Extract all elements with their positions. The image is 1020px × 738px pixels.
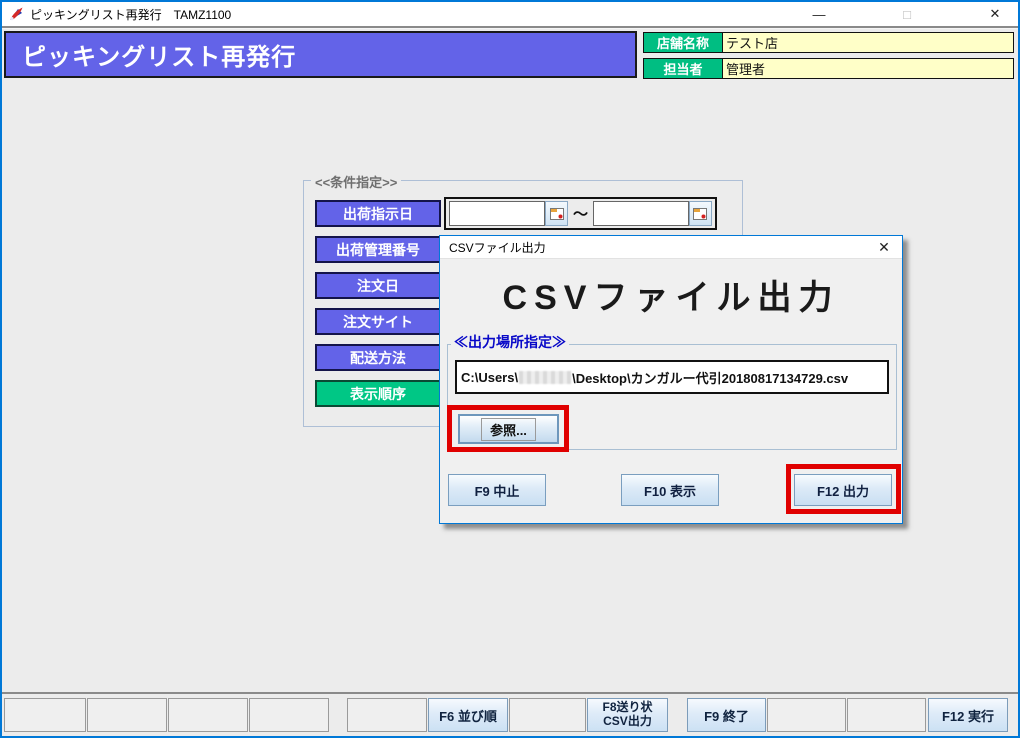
fkey-f9-exit-button[interactable]: F9 終了 (687, 698, 766, 732)
fkey-f6-sort-button[interactable]: F6 並び順 (428, 698, 508, 732)
fkey-f8-line2: CSV出力 (603, 714, 652, 728)
path-suffix: \Desktop\カンガルー代引20180817134729.csv (572, 368, 848, 387)
window-title: ピッキングリスト再発行 TAMZ1100 (30, 6, 231, 23)
store-row: 店舗名称 テスト店 (643, 32, 1014, 53)
minimize-button[interactable]: — (804, 7, 834, 22)
fkey-f2-blank[interactable] (87, 698, 167, 732)
function-key-bar: F6 並び順 F8送り状 CSV出力 F9 終了 F12 実行 (2, 692, 1018, 736)
condition-legend: <<条件指定>> (311, 172, 401, 191)
os-titlebar: ピッキングリスト再発行 TAMZ1100 — □ ✕ (2, 2, 1018, 26)
app-window: ピッキングリスト再発行 TAMZ1100 — □ ✕ ピッキングリスト再発行 店… (0, 0, 1020, 738)
f12-output-button[interactable]: F12 出力 (794, 474, 892, 506)
titlebar-separator (2, 26, 1018, 29)
store-name-label: 店舗名称 (643, 32, 723, 53)
date-range-separator: ～ (568, 203, 593, 224)
fkey-f3-blank[interactable] (168, 698, 248, 732)
fkey-f8-invoice-csv-button[interactable]: F8送り状 CSV出力 (587, 698, 668, 732)
app-icon (8, 6, 24, 22)
maximize-button[interactable]: □ (892, 7, 922, 22)
path-prefix: C:\Users\ (461, 370, 518, 385)
page-header: ピッキングリスト再発行 (4, 31, 637, 78)
ship-date-button[interactable]: 出荷指示日 (315, 200, 441, 227)
browse-button[interactable]: 参照... (458, 414, 559, 444)
date-picker-from-button[interactable] (545, 201, 568, 226)
fkey-f5-blank[interactable] (347, 698, 427, 732)
close-button[interactable]: ✕ (980, 6, 1010, 22)
fkey-f4-blank[interactable] (249, 698, 329, 732)
order-site-button[interactable]: 注文サイト (315, 308, 441, 335)
staff-label: 担当者 (643, 58, 723, 79)
dialog-close-icon[interactable]: ✕ (875, 239, 893, 256)
delivery-method-button[interactable]: 配送方法 (315, 344, 441, 371)
order-date-button[interactable]: 注文日 (315, 272, 441, 299)
page-title: ピッキングリスト再発行 (22, 37, 296, 72)
dialog-title: CSVファイル出力 (449, 239, 875, 256)
dialog-heading: CSVファイル出力 (440, 270, 902, 319)
fkey-f7-blank[interactable] (509, 698, 586, 732)
fkey-f11-blank[interactable] (847, 698, 926, 732)
dialog-titlebar: CSVファイル出力 ✕ (440, 236, 902, 259)
browse-button-label: 参照... (481, 418, 536, 441)
f9-cancel-button[interactable]: F9 中止 (448, 474, 546, 506)
display-order-button[interactable]: 表示順序 (315, 380, 441, 407)
output-path-field[interactable]: C:\Users\ \Desktop\カンガルー代引20180817134729.… (455, 360, 889, 394)
date-picker-to-button[interactable] (689, 201, 712, 226)
ship-date-to-input[interactable] (593, 201, 689, 226)
ship-date-range: ～ (444, 197, 717, 230)
fkey-f8-line1: F8送り状 (602, 700, 652, 714)
calendar-icon (550, 208, 564, 220)
ship-date-from-input[interactable] (449, 201, 545, 226)
fkey-f10-blank[interactable] (767, 698, 846, 732)
csv-output-dialog: CSVファイル出力 ✕ CSVファイル出力 ≪出力場所指定≫ C:\Users\… (439, 235, 903, 524)
redacted-username (519, 371, 571, 384)
f10-show-button[interactable]: F10 表示 (621, 474, 719, 506)
staff-row: 担当者 管理者 (643, 58, 1014, 79)
fkey-f12-execute-button[interactable]: F12 実行 (928, 698, 1008, 732)
store-name-value: テスト店 (723, 32, 1014, 53)
output-location-legend: ≪出力場所指定≫ (451, 332, 569, 352)
ship-number-button[interactable]: 出荷管理番号 (315, 236, 441, 263)
fkey-f1-blank[interactable] (4, 698, 86, 732)
calendar-icon (693, 208, 707, 220)
staff-value: 管理者 (723, 58, 1014, 79)
